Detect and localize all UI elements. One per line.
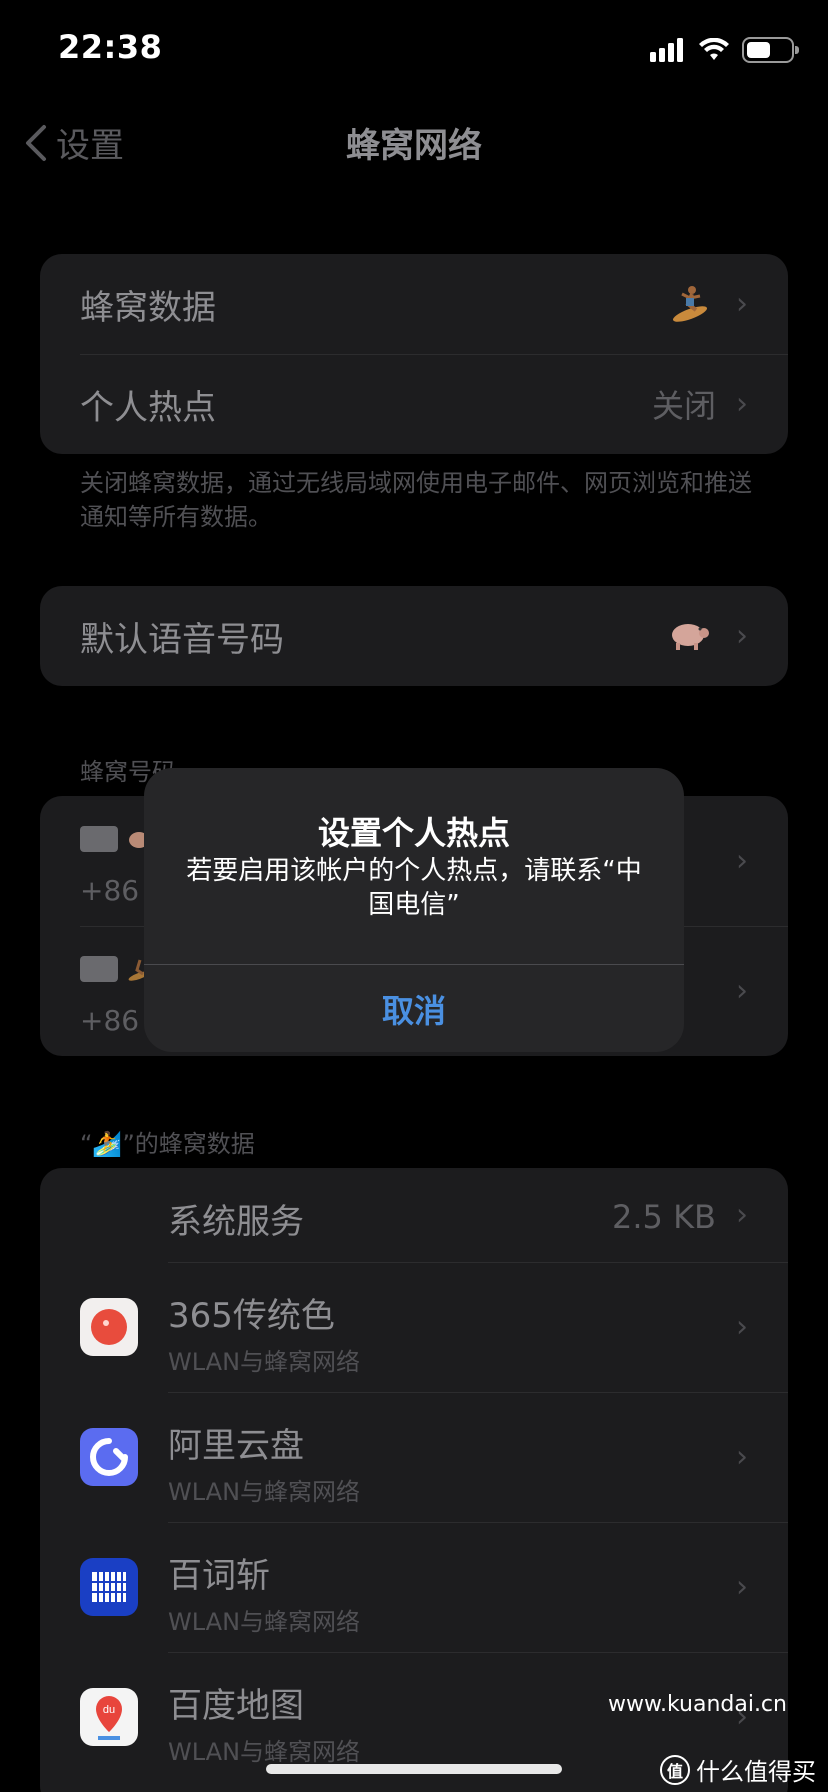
data-usage: 2.5 KB [612,1198,716,1236]
app-row[interactable]: 百词斩 WLAN与蜂窝网络 › [40,1522,788,1652]
chevron-right-icon: › [736,1197,748,1233]
sim-number: +86 [80,1004,140,1037]
hotspot-alert-dialog: 设置个人热点 若要启用该帐户的个人热点，请联系“中国电信” 取消 [144,768,684,1052]
surfer-emoji-icon [670,282,710,326]
watermark-brand: 值 什么值得买 [660,1752,816,1787]
app-row[interactable]: 阿里云盘 WLAN与蜂窝网络 › [40,1392,788,1522]
row-label: 个人热点 [80,387,216,428]
default-voice-number-row[interactable]: 默认语音号码 › [40,586,788,686]
app-name: 阿里云盘 [168,1426,304,1466]
brand-name: 什么值得买 [696,1758,816,1786]
cellular-footnote: 关闭蜂窝数据，通过无线局域网使用电子邮件、网页浏览和推送通知等所有数据。 [80,469,752,531]
app-name: 百词斩 [168,1556,270,1596]
watermark-url: www.kuandai.cn [608,1692,787,1717]
alert-title: 设置个人热点 [317,814,510,852]
sim-number: +86 [80,874,140,907]
chevron-right-icon: › [736,1569,748,1605]
cellular-signal-icon [650,38,683,62]
apps-section-header: “🏄”的蜂窝数据 [80,1130,255,1158]
system-services-row[interactable]: 系统服务 2.5 KB › [40,1168,788,1262]
sim-label-tag [80,956,118,982]
app-row[interactable]: 365传统色 WLAN与蜂窝网络 › [40,1262,788,1392]
chevron-right-icon: › [736,973,748,1009]
battery-icon [742,37,799,63]
chevron-right-icon: › [736,1309,748,1345]
app-name: 百度地图 [168,1686,304,1726]
alert-message: 若要启用该帐户的个人热点，请联系“中国电信” [186,856,642,920]
brand-logo-icon: 值 [660,1754,690,1785]
svg-text:du: du [103,1704,115,1716]
page-title: 蜂窝网络 [346,126,482,166]
cellular-data-row[interactable]: 蜂窝数据 › [40,254,788,354]
wifi-icon [699,38,729,60]
app-network-type: WLAN与蜂窝网络 [168,1478,361,1506]
home-indicator[interactable] [266,1764,562,1774]
baicizhan-app-icon [80,1558,138,1616]
baidu-map-app-icon: du [80,1688,138,1746]
aliyun-drive-app-icon [80,1428,138,1486]
cellular-group: 蜂窝数据 › 个人热点 关闭 › [40,254,788,454]
cancel-button[interactable]: 取消 [144,965,684,1052]
chevron-right-icon: › [736,386,748,422]
battery-fill [747,42,770,58]
chevron-right-icon: › [736,286,748,322]
screen: 22:38 设置 蜂窝网络 蜂窝数据 › 个人热点 关闭 › 关闭蜂窝数据，通过… [0,0,828,1792]
app-network-type: WLAN与蜂窝网络 [168,1608,361,1636]
row-label: 蜂窝数据 [80,287,216,328]
app-network-type: WLAN与蜂窝网络 [168,1348,361,1376]
voice-group: 默认语音号码 › [40,586,788,686]
pig-emoji-icon [668,617,710,655]
status-icons [650,34,799,66]
sim-label-tag [80,826,118,852]
chevron-right-icon: › [736,1439,748,1475]
app-network-type: WLAN与蜂窝网络 [168,1738,361,1766]
chevron-right-icon: › [736,618,748,654]
chevron-right-icon: › [736,843,748,879]
app-name: 系统服务 [168,1202,304,1242]
hotspot-status: 关闭 [651,387,716,425]
row-label: 默认语音号码 [80,619,284,660]
365-colors-app-icon [80,1298,138,1356]
status-time: 22:38 [58,28,163,66]
personal-hotspot-row[interactable]: 个人热点 关闭 › [40,354,788,454]
app-name: 365传统色 [168,1296,335,1336]
